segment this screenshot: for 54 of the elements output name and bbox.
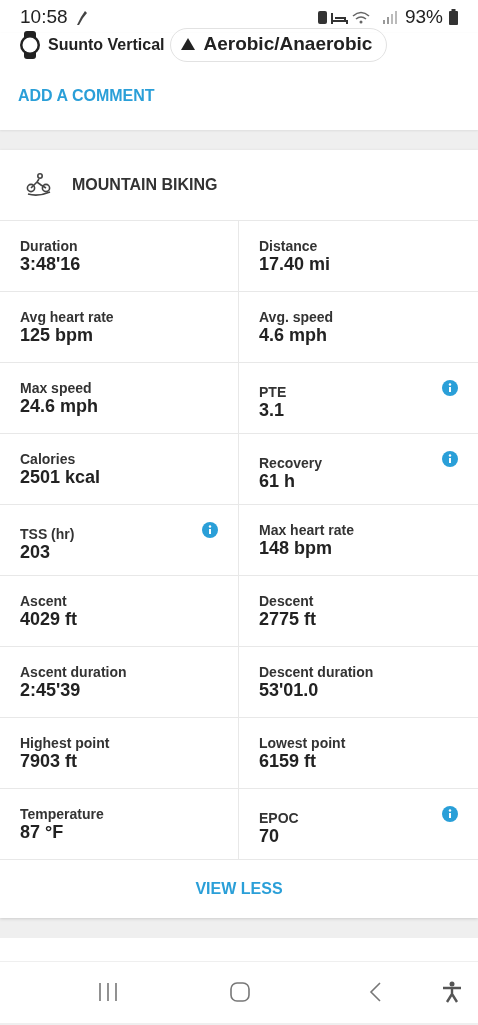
accessibility-icon[interactable] bbox=[442, 981, 462, 1003]
stat-value: 87 °F bbox=[20, 821, 64, 843]
add-comment-link[interactable]: ADD A COMMENT bbox=[18, 87, 155, 105]
home-icon[interactable] bbox=[230, 982, 250, 1002]
stat-label: Ascent duration bbox=[20, 663, 127, 680]
stat-label: Calories bbox=[20, 450, 77, 467]
stat-label: Highest point bbox=[20, 734, 110, 751]
status-time: 10:58 bbox=[20, 5, 68, 28]
stat-label: TSS (hr) bbox=[20, 526, 75, 542]
stat-label: Avg. speed bbox=[259, 308, 334, 325]
stat-value: 53'01.0 bbox=[259, 679, 320, 701]
stat-label: Lowest point bbox=[259, 734, 346, 751]
stat-label: Avg heart rate bbox=[20, 308, 114, 325]
stat-label: Max heart rate bbox=[259, 521, 354, 538]
stat-label: Distance bbox=[259, 237, 319, 254]
stat-value: 2775 ft bbox=[259, 608, 317, 630]
stat-label: Duration bbox=[20, 237, 79, 254]
stat-value: 2501 kcal bbox=[20, 466, 101, 488]
info-icon[interactable] bbox=[442, 806, 458, 822]
stat-label: Temperature bbox=[20, 805, 104, 822]
cyclist-icon bbox=[26, 173, 52, 197]
stat-value: 61 h bbox=[259, 471, 297, 492]
device-name: Suunto Vertical bbox=[48, 36, 165, 54]
stat-value: 6159 ft bbox=[259, 750, 317, 772]
back-icon[interactable] bbox=[369, 982, 381, 1002]
stat-value: 24.6 mph bbox=[20, 395, 99, 417]
stat-label: Max speed bbox=[20, 379, 93, 396]
stat-value: 2:45'39 bbox=[20, 679, 82, 701]
view-less-button[interactable]: VIEW LESS bbox=[189, 874, 289, 904]
recents-icon[interactable] bbox=[98, 983, 118, 1001]
stat-label: EPOC bbox=[259, 810, 299, 826]
stat-value: 17.40 mi bbox=[259, 253, 331, 275]
stat-label: Descent duration bbox=[259, 663, 374, 680]
stat-value: 70 bbox=[259, 826, 281, 847]
info-icon[interactable] bbox=[442, 380, 458, 396]
stat-label: PTE bbox=[259, 384, 287, 400]
stat-value: 3.1 bbox=[259, 400, 286, 421]
activity-title: MOUNTAIN BIKING bbox=[72, 176, 218, 194]
stat-value: 4029 ft bbox=[20, 608, 78, 630]
stat-value: 3:48'16 bbox=[20, 253, 81, 275]
triangle-icon bbox=[181, 38, 196, 50]
stat-value: 4.6 mph bbox=[259, 324, 328, 346]
stat-value: 7903 ft bbox=[20, 750, 78, 772]
stat-value: 148 bpm bbox=[259, 537, 334, 559]
stat-label: Recovery bbox=[259, 455, 323, 471]
battery-icon bbox=[449, 8, 458, 25]
stat-label: Descent bbox=[259, 592, 315, 609]
stat-value: 125 bpm bbox=[20, 324, 95, 346]
stat-label: Ascent bbox=[20, 592, 68, 609]
info-icon[interactable] bbox=[202, 522, 218, 538]
stat-value: 203 bbox=[20, 542, 52, 563]
info-icon[interactable] bbox=[442, 451, 458, 467]
battery-percent: 93% bbox=[404, 5, 443, 28]
chip-label: Aerobic/Anaerobic bbox=[203, 33, 373, 55]
